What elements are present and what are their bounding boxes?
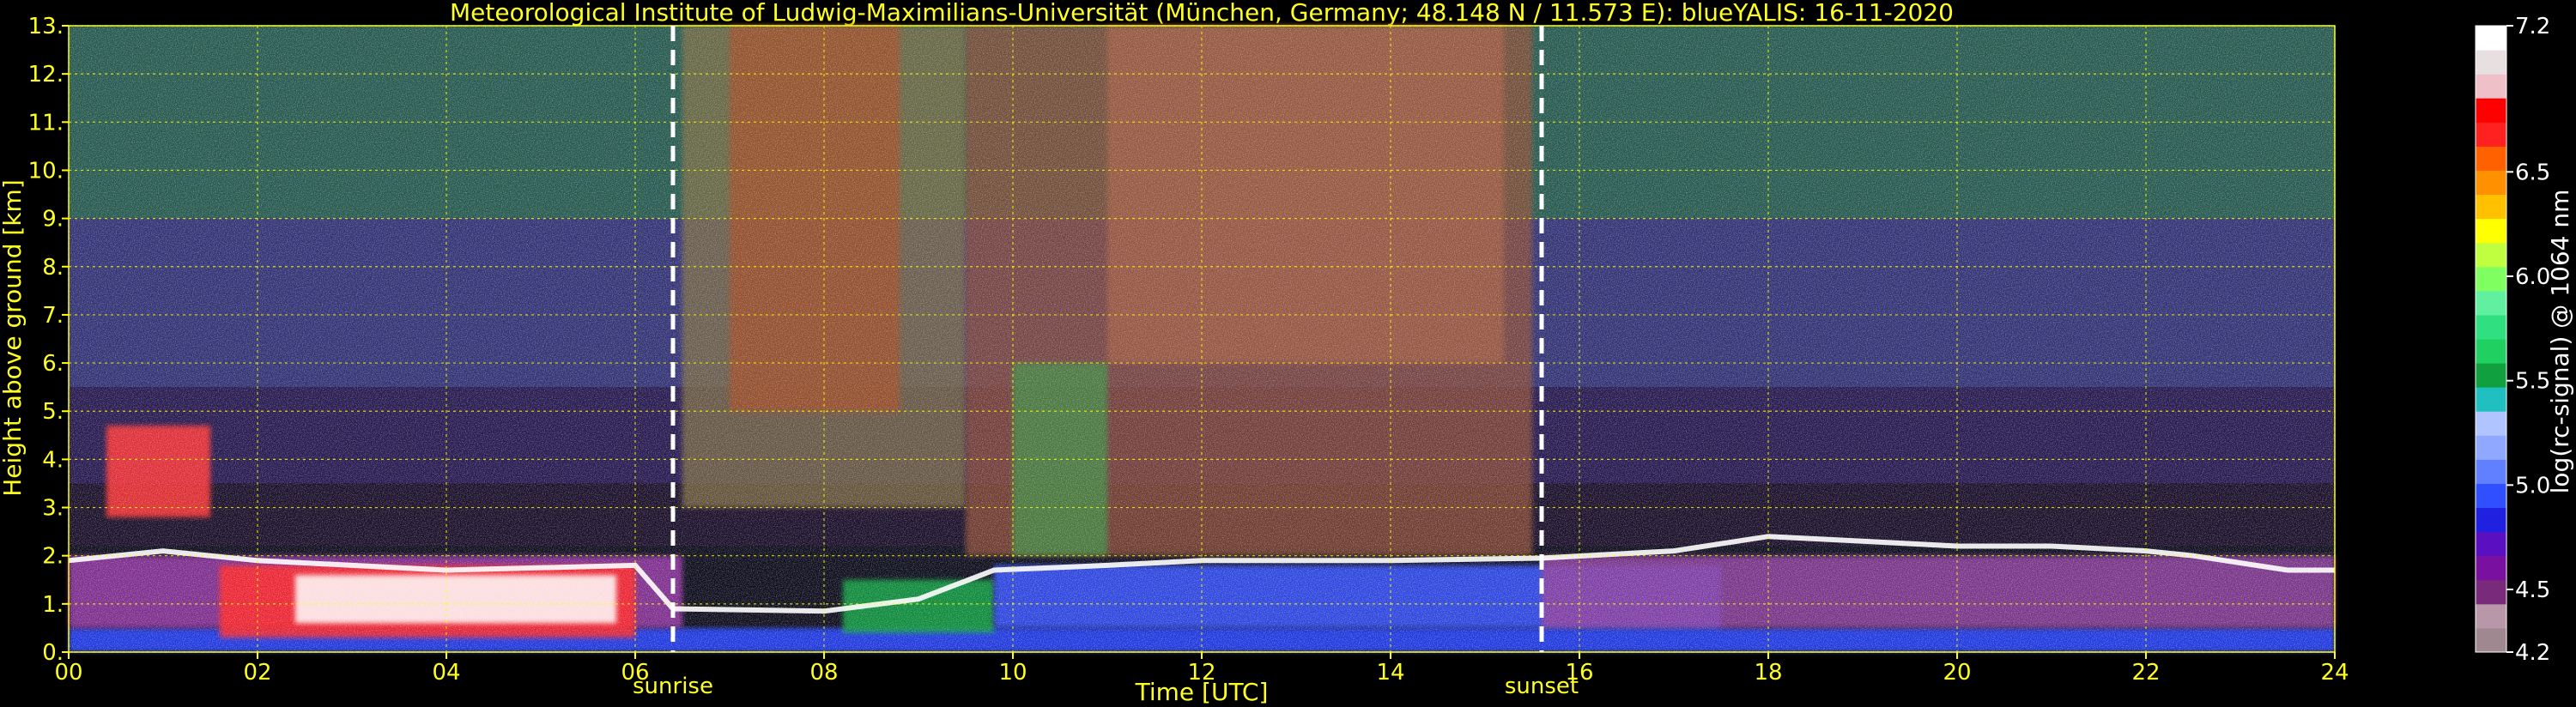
y-tick-label: 6. — [42, 351, 64, 377]
y-tick-label: 7. — [42, 303, 64, 329]
y-tick-label: 5. — [42, 399, 64, 425]
colorbar-label: log(rc-signal) @ 1064 nm — [2546, 190, 2574, 494]
lidar-chart: Meteorological Institute of Ludwig-Maxim… — [0, 0, 2574, 706]
colorbar-segment — [2476, 507, 2506, 533]
colorbar-segment — [2476, 194, 2506, 220]
chart-title: Meteorological Institute of Ludwig-Maxim… — [450, 0, 1954, 27]
y-tick-label: 10. — [28, 158, 64, 184]
colorbar-segment — [2476, 146, 2506, 171]
colorbar-tick-label: 4.5 — [2515, 577, 2550, 603]
colorbar-segment — [2476, 435, 2506, 460]
y-tick-label: 1. — [42, 592, 64, 618]
colorbar-segment — [2476, 459, 2506, 484]
colorbar-segment — [2476, 50, 2506, 75]
colorbar-segment — [2476, 242, 2506, 268]
x-tick-label: 20 — [1943, 660, 1971, 686]
colorbar-segment — [2476, 363, 2506, 388]
y-tick-label: 8. — [42, 255, 64, 281]
y-tick-label: 11. — [28, 110, 64, 136]
colorbar-segment — [2476, 339, 2506, 364]
colorbar: 4.24.55.05.56.06.57.2 — [2475, 14, 2550, 666]
x-axis-label: Time [UTC] — [1135, 678, 1269, 706]
x-tick-label: 14 — [1376, 660, 1404, 686]
colorbar-segment — [2476, 98, 2506, 123]
marker-label: sunrise — [633, 674, 713, 699]
colorbar-tick-label: 6.5 — [2515, 160, 2550, 185]
y-tick-label: 9. — [42, 207, 64, 233]
x-tick-label: 04 — [432, 660, 460, 686]
y-tick-label: 13. — [28, 14, 64, 39]
colorbar-segment — [2476, 74, 2506, 99]
x-tick-label: 10 — [998, 660, 1027, 686]
colorbar-tick-label: 4.2 — [2515, 640, 2550, 666]
colorbar-segment — [2476, 26, 2506, 51]
colorbar-segment — [2476, 579, 2506, 605]
x-tick-label: 24 — [2320, 660, 2349, 686]
y-axis-label: Height above ground [km] — [0, 179, 27, 497]
colorbar-tick-label: 7.2 — [2515, 14, 2550, 39]
colorbar-segment — [2476, 170, 2506, 196]
colorbar-segment — [2476, 122, 2506, 147]
marker-label: sunset — [1505, 674, 1579, 699]
colorbar-segment — [2476, 314, 2506, 340]
colorbar-segment — [2476, 603, 2506, 629]
colorbar-segment — [2476, 483, 2506, 509]
x-tick-label: 18 — [1754, 660, 1782, 686]
colorbar-segment — [2476, 411, 2506, 436]
y-tick-label: 12. — [28, 62, 64, 88]
x-tick-label: 02 — [243, 660, 271, 686]
colorbar-segment — [2476, 387, 2506, 412]
y-tick-label: 2. — [42, 544, 64, 570]
colorbar-segment — [2476, 218, 2506, 244]
colorbar-segment — [2476, 290, 2506, 316]
y-tick-label: 4. — [42, 447, 64, 473]
colorbar-segment — [2476, 555, 2506, 581]
colorbar-segment — [2476, 627, 2506, 653]
x-tick-label: 08 — [809, 660, 838, 686]
y-tick-label: 0. — [42, 640, 64, 666]
colorbar-segment — [2476, 266, 2506, 292]
x-tick-label: 22 — [2131, 660, 2160, 686]
colorbar-segment — [2476, 531, 2506, 557]
y-tick-label: 3. — [42, 496, 64, 522]
